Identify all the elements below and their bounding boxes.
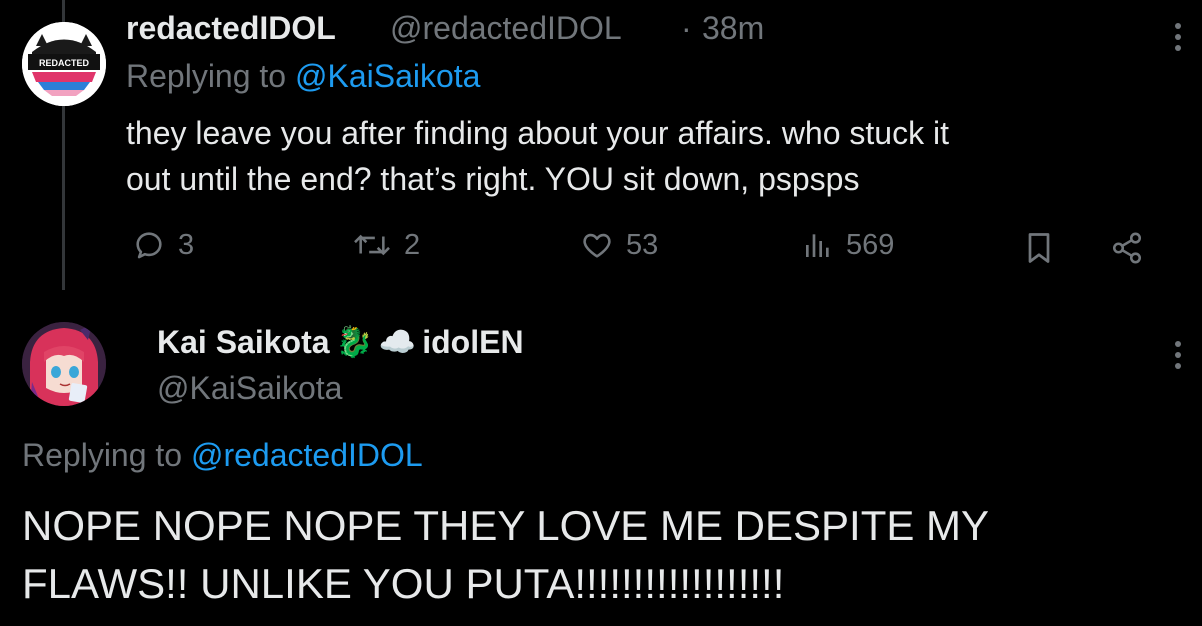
handle[interactable]: @redactedIDOL bbox=[390, 10, 622, 47]
name-suffix: idolEN bbox=[422, 324, 524, 360]
avatar-logo-icon: REDACTED bbox=[22, 22, 106, 106]
avatar-kaisaikota[interactable] bbox=[22, 322, 106, 406]
tweet-text-line: NOPE NOPE NOPE THEY LOVE ME DESPITE MY bbox=[22, 502, 990, 549]
replying-to-link[interactable]: @redactedIDOL bbox=[191, 437, 423, 473]
retweet-button[interactable]: 2 bbox=[352, 228, 420, 262]
more-icon bbox=[1175, 23, 1181, 51]
more-button[interactable] bbox=[1172, 340, 1184, 375]
replying-to-link[interactable]: @KaiSaikota bbox=[295, 58, 480, 94]
meta-separator: · bbox=[681, 10, 692, 46]
like-icon bbox=[583, 233, 611, 258]
timestamp[interactable]: 38m bbox=[702, 10, 764, 47]
handle[interactable]: @KaiSaikota bbox=[157, 370, 342, 407]
retweet-count: 2 bbox=[404, 228, 421, 261]
share-button[interactable] bbox=[1110, 230, 1144, 271]
replying-to-line: Replying to @KaiSaikota bbox=[126, 58, 480, 95]
views-icon bbox=[806, 234, 829, 257]
like-count: 53 bbox=[626, 228, 659, 261]
avatar-redactedidol[interactable]: REDACTED bbox=[22, 22, 106, 106]
like-button[interactable]: 53 bbox=[580, 228, 658, 262]
reply-button[interactable]: 3 bbox=[132, 228, 194, 262]
more-button[interactable] bbox=[1172, 22, 1184, 57]
bookmark-button[interactable] bbox=[1024, 230, 1054, 271]
replying-prefix: Replying to bbox=[22, 437, 183, 473]
display-name: Kai Saikota bbox=[157, 324, 330, 360]
replying-to-line: Replying to @redactedIDOL bbox=[22, 437, 423, 474]
reply-count: 3 bbox=[178, 228, 195, 261]
tweet-text: NOPE NOPE NOPE THEY LOVE ME DESPITE MY F… bbox=[22, 497, 1182, 613]
avatar-portrait-icon bbox=[22, 322, 106, 406]
display-name[interactable]: redactedIDOL bbox=[126, 10, 336, 47]
view-count: 569 bbox=[846, 228, 895, 261]
retweet-icon bbox=[354, 234, 390, 256]
dragon-emoji-icon: 🐉 bbox=[335, 326, 373, 359]
display-name-row[interactable]: Kai Saikota 🐉 ☁️ idolEN bbox=[157, 324, 524, 361]
more-icon bbox=[1175, 341, 1181, 369]
svg-text:REDACTED: REDACTED bbox=[39, 58, 90, 68]
tweet-text: they leave you after finding about your … bbox=[126, 110, 1186, 202]
reply-icon bbox=[136, 232, 162, 259]
tweet-text-line: out until the end? that’s right. YOU sit… bbox=[126, 161, 860, 197]
replying-prefix: Replying to bbox=[126, 58, 287, 94]
share-icon bbox=[1112, 232, 1142, 264]
tweet-text-line: FLAWS!! UNLIKE YOU PUTA!!!!!!!!!!!!!!!!!… bbox=[22, 560, 785, 607]
views-button[interactable]: 569 bbox=[802, 228, 894, 262]
tweet-text-line: they leave you after finding about your … bbox=[126, 115, 949, 151]
cloud-emoji-icon: ☁️ bbox=[378, 326, 417, 359]
bookmark-icon bbox=[1028, 233, 1050, 263]
